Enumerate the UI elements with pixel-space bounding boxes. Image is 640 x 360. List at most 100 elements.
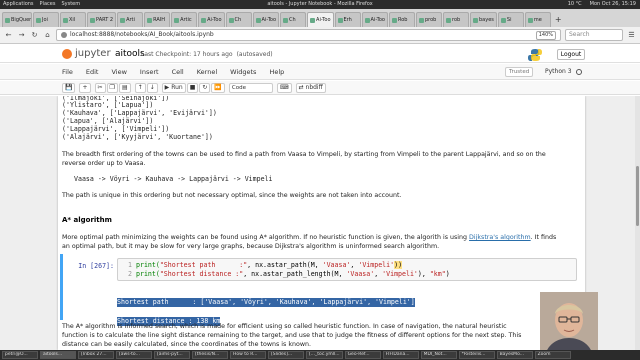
- browser-tab[interactable]: Erh: [334, 12, 361, 27]
- command-palette-icon[interactable]: ⌨: [276, 82, 292, 93]
- tab-favicon-icon: [120, 17, 126, 23]
- taskbar-item[interactable]: [aims-pyt...: [154, 351, 190, 359]
- menu-edit[interactable]: Edit: [86, 64, 99, 80]
- taskbar-item[interactable]: [Slides]...: [268, 351, 304, 359]
- taskbar-item[interactable]: petri@O...: [2, 351, 38, 359]
- notebook-toolbar: 💾 + ✂ ❐ ▤ ↑ ↓ ▶ Run ■ ↻ ⏩ Code ⌨ ⇄ nbdif…: [0, 81, 640, 95]
- browser-tab[interactable]: Rob: [389, 12, 415, 27]
- code-output-line: ('Alajärvi', ['Kyyjärvi', 'Kuortane']): [62, 133, 213, 141]
- browser-tab[interactable]: Ai-Too: [252, 12, 280, 27]
- taskbar-item[interactable]: BayesMo...: [496, 351, 533, 359]
- cell-type-select[interactable]: Code: [228, 82, 273, 93]
- taskbar-item[interactable]: [aws-to...: [116, 351, 152, 359]
- menu-file[interactable]: File: [62, 64, 73, 80]
- stop-icon[interactable]: ■: [186, 82, 199, 93]
- system-tray: 10 °C Mon Oct 26, 15:19: [568, 0, 636, 9]
- clock[interactable]: Mon Oct 26, 15:19: [590, 0, 636, 9]
- home-icon[interactable]: ⌂: [43, 31, 52, 39]
- tab-favicon-icon: [36, 17, 41, 23]
- browser-tab[interactable]: Joi: [33, 12, 59, 27]
- markdown-paragraph: The path is unique in this ordering but …: [62, 192, 402, 199]
- browser-tab[interactable]: rob: [443, 12, 469, 27]
- menu-icon[interactable]: ☰: [627, 31, 636, 39]
- move-up-icon[interactable]: ↑: [134, 82, 146, 93]
- url-bar[interactable]: localhost:8888/notebooks/AI_Book/aitools…: [56, 29, 561, 41]
- tab-favicon-icon: [201, 17, 207, 23]
- save-icon[interactable]: 💾: [62, 82, 76, 93]
- taskbar-item[interactable]: FIFIDana...: [382, 351, 419, 359]
- browser-tab[interactable]: prob: [416, 12, 442, 27]
- reload-icon[interactable]: ↻: [30, 31, 39, 39]
- browser-tab[interactable]: Ch: [225, 12, 252, 27]
- tab-favicon-icon: [473, 17, 478, 23]
- menu-cell[interactable]: Cell: [172, 64, 184, 80]
- trusted-badge[interactable]: Trusted: [505, 67, 534, 77]
- taskbar-item[interactable]: [thesis/N...: [192, 351, 228, 359]
- run-button[interactable]: ▶ Run: [161, 82, 186, 93]
- taskbar-item[interactable]: [..._toc.ymll...: [306, 351, 343, 359]
- nbdiff-button[interactable]: ⇄ nbdiff: [295, 82, 326, 93]
- browser-tab[interactable]: PART 2: [87, 12, 117, 27]
- code-cell-input[interactable]: 1 print("Shortest path :", nx.astar_path(…: [117, 258, 577, 281]
- weather-indicator[interactable]: 10 °C: [568, 0, 582, 9]
- add-cell-icon[interactable]: +: [79, 82, 91, 93]
- menu-help[interactable]: Help: [269, 64, 284, 80]
- tab-favicon-icon: [90, 17, 95, 23]
- taskbar-item[interactable]: Zoom: [534, 351, 571, 359]
- browser-nav-bar: ← → ↻ ⌂ localhost:8888/notebooks/AI_Book…: [0, 27, 640, 44]
- cut-icon[interactable]: ✂: [94, 82, 106, 93]
- markdown-paragraph: The breadth first ordering of the towns …: [62, 151, 546, 167]
- dijkstra-link[interactable]: Dijkstra's algorithm: [469, 234, 531, 241]
- window-title: aitools - Jupyter Notebook - Mozilla Fir…: [267, 1, 373, 7]
- paste-icon[interactable]: ▤: [118, 82, 131, 93]
- browser-tab[interactable]: Ch: [280, 12, 307, 27]
- browser-tab-active[interactable]: Ai-Too: [307, 12, 334, 27]
- tab-favicon-icon: [500, 17, 506, 23]
- selected-cell-indicator: [60, 254, 63, 320]
- browser-tab[interactable]: RAIH: [144, 12, 171, 27]
- code-line: 1 print("Shortest path :", nx.astar_path(…: [128, 261, 403, 269]
- taskbar-item[interactable]: MDI_Not...: [420, 351, 457, 359]
- browser-tab[interactable]: Artic: [171, 12, 198, 27]
- menu-widgets[interactable]: Widgets: [230, 64, 256, 80]
- browser-tab[interactable]: me: [524, 12, 551, 27]
- checkpoint-status: Last Checkpoint: 17 hours ago (autosaved…: [141, 51, 273, 58]
- menu-insert[interactable]: Insert: [140, 64, 159, 80]
- menu-view[interactable]: View: [111, 64, 126, 80]
- taskbar-item[interactable]: *Risteilis...: [458, 351, 495, 359]
- move-down-icon[interactable]: ↓: [146, 82, 158, 93]
- browser-tab[interactable]: Ai-Too: [198, 12, 225, 27]
- restart-icon[interactable]: ↻: [199, 82, 211, 93]
- new-tab-button[interactable]: +: [552, 12, 565, 27]
- copy-icon[interactable]: ❐: [106, 82, 118, 93]
- tab-favicon-icon: [5, 17, 10, 23]
- code-output-line: ('Kauhava', ['Lappajärvi', 'Evijärvi']): [62, 109, 217, 117]
- output-line: Shortest path : ['Vaasa', 'Vöyri', 'Kauh…: [117, 298, 415, 307]
- page-scrollbar[interactable]: [635, 96, 640, 350]
- taskbar-item[interactable]: [Inbox 27...: [78, 351, 114, 359]
- scrollbar-thumb[interactable]: [636, 166, 639, 226]
- forward-arrow-icon[interactable]: →: [17, 31, 26, 39]
- logout-button[interactable]: Logout: [557, 49, 585, 60]
- code-output-line: ('Ylistaro', ['Lapua']): [62, 101, 154, 109]
- tab-favicon-icon: [527, 17, 533, 23]
- site-info-icon[interactable]: [61, 32, 67, 38]
- back-arrow-icon[interactable]: ←: [4, 31, 13, 39]
- browser-tab[interactable]: Si: [497, 12, 524, 27]
- search-input[interactable]: Search: [565, 29, 623, 41]
- jupyter-logo[interactable]: jupyter: [62, 48, 111, 59]
- taskbar-item[interactable]: aitools...: [40, 351, 76, 359]
- browser-tab[interactable]: BigQuer: [2, 12, 32, 27]
- tab-favicon-icon: [310, 17, 316, 23]
- taskbar-item[interactable]: Geo-Ref...: [344, 351, 381, 359]
- restart-run-all-icon[interactable]: ⏩: [211, 82, 225, 93]
- browser-tab[interactable]: Xil: [60, 12, 86, 27]
- zoom-level[interactable]: 140%: [535, 30, 556, 40]
- menu-kernel[interactable]: Kernel: [197, 64, 217, 80]
- browser-tab[interactable]: bayes: [470, 12, 497, 27]
- browser-tab[interactable]: Ai-Too: [361, 12, 388, 27]
- taskbar-item[interactable]: How to R...: [230, 351, 266, 359]
- browser-tab[interactable]: Arti: [117, 12, 144, 27]
- python-logo-icon: [528, 49, 542, 61]
- url-text: localhost:8888/notebooks/AI_Book/aitools…: [70, 31, 214, 38]
